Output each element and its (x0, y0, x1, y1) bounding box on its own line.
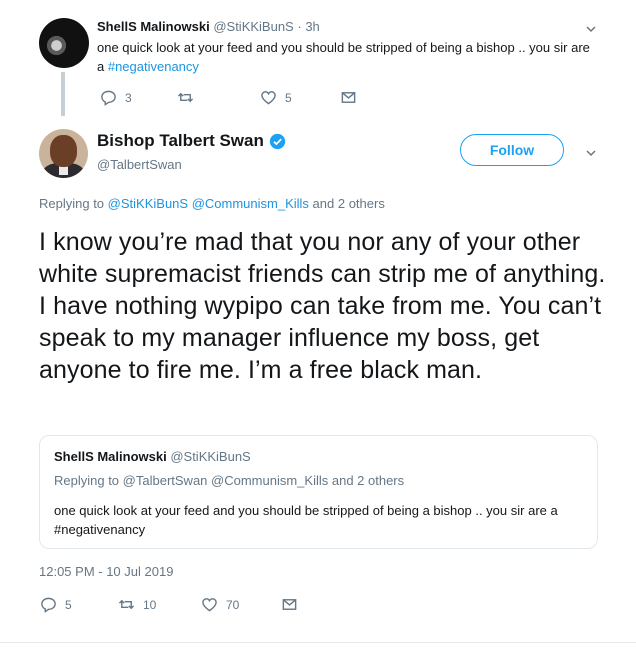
heart-icon (261, 91, 276, 105)
avatar-face (50, 135, 77, 167)
main-retweet-button[interactable]: 10 (118, 596, 156, 613)
reply-icon (41, 597, 56, 613)
reply-count: 3 (125, 90, 132, 105)
reply-like-button[interactable]: 5 (260, 89, 292, 106)
replying-user-communism-kills[interactable]: @Communism_Kills (192, 196, 309, 211)
replying-to: Replying to @StiKKiBunS @Communism_Kills… (39, 196, 385, 211)
quoted-display-name: ShellS Malinowski (54, 449, 167, 464)
envelope-icon (282, 599, 297, 610)
main-tweet-text: I know you’re mad that you nor any of yo… (39, 228, 606, 384)
divider (0, 642, 636, 643)
main-retweet-count: 10 (143, 597, 157, 612)
main-handle[interactable]: @TalbertSwan (97, 157, 182, 172)
reply-display-name[interactable]: ShellS Malinowski (97, 19, 210, 34)
chevron-down-icon[interactable] (586, 24, 596, 34)
reply-icon (101, 90, 116, 106)
tweet-timestamp[interactable]: 12:05 PM - 10 Jul 2019 (39, 564, 173, 579)
reply-text: one quick look at your feed and you shou… (97, 38, 597, 76)
retweet-icon (177, 92, 194, 103)
retweet-icon (118, 599, 135, 610)
heart-icon (202, 598, 217, 612)
thread-connector (61, 72, 65, 116)
main-action-bar: 5 10 70 (40, 596, 320, 616)
quoted-replying-others: and 2 others (331, 473, 405, 488)
replying-others[interactable]: and 2 others (313, 196, 385, 211)
main-like-count: 70 (226, 597, 240, 612)
quoted-replying-prefix: Replying to (54, 473, 120, 488)
envelope-icon (341, 92, 356, 103)
main-reply-button[interactable]: 5 (40, 596, 72, 613)
reply-hashtag[interactable]: #negativenancy (108, 59, 199, 74)
follow-button[interactable]: Follow (460, 134, 564, 166)
avatar-shells[interactable] (39, 18, 89, 68)
reply-action-bar: 3 5 (100, 89, 370, 109)
main-display-name[interactable]: Bishop Talbert Swan (97, 131, 264, 151)
quoted-author: ShellS Malinowski @StiKKiBunS (54, 449, 251, 464)
quoted-text: one quick look at your feed and you shou… (54, 503, 558, 537)
replying-prefix: Replying to (39, 196, 105, 211)
reply-handle[interactable]: @StiKKiBunS (213, 19, 293, 34)
reply-time[interactable]: 3h (305, 19, 319, 34)
chevron-down-icon[interactable] (586, 148, 596, 158)
reply-separator: · (297, 19, 302, 34)
reply-message-button[interactable] (340, 89, 365, 106)
reply-reply-button[interactable]: 3 (100, 89, 132, 106)
main-message-button[interactable] (281, 596, 306, 613)
main-reply-count: 5 (65, 597, 72, 612)
quoted-tweet-card[interactable]: ShellS Malinowski @StiKKiBunS Replying t… (39, 435, 598, 549)
quoted-replying-users: @TalbertSwan @Communism_Kills (122, 473, 329, 488)
main-author-name[interactable]: Bishop Talbert Swan (97, 131, 286, 151)
quoted-handle: @StiKKiBunS (170, 449, 251, 464)
reply-like-count: 5 (285, 90, 292, 105)
verified-badge-icon (269, 133, 286, 149)
reply-author[interactable]: ShellS Malinowski @StiKKiBunS · 3h (97, 19, 320, 34)
replying-user-stikkibuns[interactable]: @StiKKiBunS (108, 196, 188, 211)
quoted-replying-to: Replying to @TalbertSwan @Communism_Kill… (54, 473, 404, 488)
avatar-talbert-swan[interactable] (39, 129, 88, 178)
main-like-button[interactable]: 70 (201, 596, 239, 613)
reply-retweet-button[interactable] (177, 89, 202, 106)
